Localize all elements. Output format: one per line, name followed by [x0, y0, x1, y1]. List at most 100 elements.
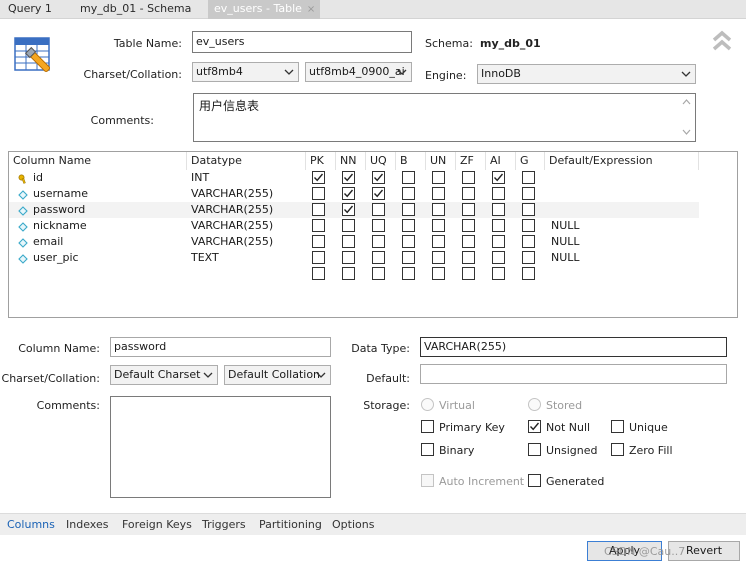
- grid-pk-checkbox[interactable]: [312, 219, 325, 232]
- column-name-input[interactable]: password: [110, 337, 331, 357]
- column-charset-select[interactable]: Default Charset: [110, 365, 218, 385]
- tab-triggers[interactable]: Triggers: [202, 514, 246, 536]
- grid-zf-checkbox[interactable]: [462, 219, 475, 232]
- scroll-down-icon[interactable]: [682, 129, 691, 135]
- primary-key-checkbox[interactable]: [421, 420, 434, 433]
- grid-g-checkbox[interactable]: [522, 235, 535, 248]
- grid-g-checkbox[interactable]: [522, 251, 535, 264]
- grid-ai-checkbox[interactable]: [492, 219, 505, 232]
- grid-pk-checkbox[interactable]: [312, 171, 325, 184]
- default-cell[interactable]: NULL: [551, 250, 580, 266]
- column-name-cell[interactable]: user_pic: [33, 250, 79, 266]
- grid-header-default-expression[interactable]: Default/Expression: [545, 152, 699, 170]
- column-name-cell[interactable]: nickname: [33, 218, 87, 234]
- tab-schema[interactable]: my_db_01 - Schema: [74, 0, 197, 19]
- grid-nn-checkbox[interactable]: [342, 267, 355, 280]
- grid-un-checkbox[interactable]: [432, 171, 445, 184]
- datatype-cell[interactable]: VARCHAR(255): [191, 186, 273, 202]
- column-name-cell[interactable]: id: [33, 170, 43, 186]
- grid-zf-checkbox[interactable]: [462, 267, 475, 280]
- grid-pk-checkbox[interactable]: [312, 235, 325, 248]
- tab-columns[interactable]: Columns: [7, 514, 55, 536]
- default-cell[interactable]: NULL: [551, 234, 580, 250]
- column-name-cell[interactable]: email: [33, 234, 63, 250]
- table-row[interactable]: nickname VARCHAR(255) NULL: [9, 218, 699, 234]
- datatype-cell[interactable]: VARCHAR(255): [191, 202, 273, 218]
- grid-un-checkbox[interactable]: [432, 219, 445, 232]
- grid-un-checkbox[interactable]: [432, 235, 445, 248]
- grid-header-pk[interactable]: PK: [306, 152, 336, 170]
- grid-header-uq[interactable]: UQ: [366, 152, 396, 170]
- binary-checkbox[interactable]: [421, 443, 434, 456]
- grid-zf-checkbox[interactable]: [462, 251, 475, 264]
- datatype-cell[interactable]: INT: [191, 170, 209, 186]
- grid-nn-checkbox[interactable]: [342, 203, 355, 216]
- grid-ai-checkbox[interactable]: [492, 267, 505, 280]
- grid-uq-checkbox[interactable]: [372, 219, 385, 232]
- grid-nn-checkbox[interactable]: [342, 187, 355, 200]
- grid-uq-checkbox[interactable]: [372, 171, 385, 184]
- unsigned-checkbox[interactable]: [528, 443, 541, 456]
- grid-pk-checkbox[interactable]: [312, 187, 325, 200]
- auto-increment-checkbox[interactable]: [421, 474, 434, 487]
- grid-zf-checkbox[interactable]: [462, 235, 475, 248]
- table-row[interactable]: password VARCHAR(255): [9, 202, 699, 218]
- grid-header-datatype[interactable]: Datatype: [187, 152, 306, 170]
- grid-g-checkbox[interactable]: [522, 171, 535, 184]
- tab-foreign-keys[interactable]: Foreign Keys: [122, 514, 192, 536]
- grid-pk-checkbox[interactable]: [312, 203, 325, 216]
- grid-header-un[interactable]: UN: [426, 152, 456, 170]
- grid-nn-checkbox[interactable]: [342, 171, 355, 184]
- grid-g-checkbox[interactable]: [522, 267, 535, 280]
- stored-radio[interactable]: [528, 398, 541, 411]
- unique-checkbox[interactable]: [611, 420, 624, 433]
- virtual-radio[interactable]: [421, 398, 434, 411]
- grid-b-checkbox[interactable]: [402, 251, 415, 264]
- grid-b-checkbox[interactable]: [402, 219, 415, 232]
- not-null-checkbox[interactable]: [528, 420, 541, 433]
- grid-g-checkbox[interactable]: [522, 219, 535, 232]
- grid-nn-checkbox[interactable]: [342, 235, 355, 248]
- column-comments-textarea[interactable]: [110, 396, 331, 498]
- grid-b-checkbox[interactable]: [402, 267, 415, 280]
- datatype-cell[interactable]: VARCHAR(255): [191, 234, 273, 250]
- grid-pk-checkbox[interactable]: [312, 267, 325, 280]
- datatype-cell[interactable]: TEXT: [191, 250, 219, 266]
- engine-select[interactable]: InnoDB: [477, 64, 696, 84]
- zero-fill-checkbox[interactable]: [611, 443, 624, 456]
- grid-uq-checkbox[interactable]: [372, 203, 385, 216]
- collation-select[interactable]: utf8mb4_0900_ai: [305, 62, 412, 82]
- grid-nn-checkbox[interactable]: [342, 251, 355, 264]
- grid-uq-checkbox[interactable]: [372, 235, 385, 248]
- table-name-input[interactable]: ev_users: [192, 31, 412, 53]
- grid-zf-checkbox[interactable]: [462, 187, 475, 200]
- table-row[interactable]: id INT: [9, 170, 699, 186]
- grid-nn-checkbox[interactable]: [342, 219, 355, 232]
- column-name-cell[interactable]: password: [33, 202, 85, 218]
- grid-uq-checkbox[interactable]: [372, 251, 385, 264]
- table-row[interactable]: username VARCHAR(255): [9, 186, 699, 202]
- grid-uq-checkbox[interactable]: [372, 187, 385, 200]
- data-type-input[interactable]: VARCHAR(255): [420, 337, 727, 357]
- comments-scrollbar[interactable]: [678, 94, 695, 141]
- grid-un-checkbox[interactable]: [432, 187, 445, 200]
- grid-header-zf[interactable]: ZF: [456, 152, 486, 170]
- grid-b-checkbox[interactable]: [402, 203, 415, 216]
- tab-options[interactable]: Options: [332, 514, 374, 536]
- default-input[interactable]: [420, 364, 727, 384]
- columns-grid[interactable]: Column Name Datatype PK NN UQ B UN ZF AI G Default…: [8, 151, 738, 318]
- collapse-icon[interactable]: [712, 30, 732, 52]
- grid-uq-checkbox[interactable]: [372, 267, 385, 280]
- table-row[interactable]: user_pic TEXT NULL: [9, 250, 699, 266]
- grid-g-checkbox[interactable]: [522, 187, 535, 200]
- grid-ai-checkbox[interactable]: [492, 251, 505, 264]
- tab-table-editor[interactable]: ev_users - Table ×: [208, 0, 320, 19]
- grid-pk-checkbox[interactable]: [312, 251, 325, 264]
- grid-header-nn[interactable]: NN: [336, 152, 366, 170]
- datatype-cell[interactable]: VARCHAR(255): [191, 218, 273, 234]
- scroll-up-icon[interactable]: [682, 99, 691, 105]
- grid-b-checkbox[interactable]: [402, 235, 415, 248]
- column-collation-select[interactable]: Default Collation: [224, 365, 331, 385]
- grid-header-column-name[interactable]: Column Name: [9, 152, 187, 170]
- grid-header-b[interactable]: B: [396, 152, 426, 170]
